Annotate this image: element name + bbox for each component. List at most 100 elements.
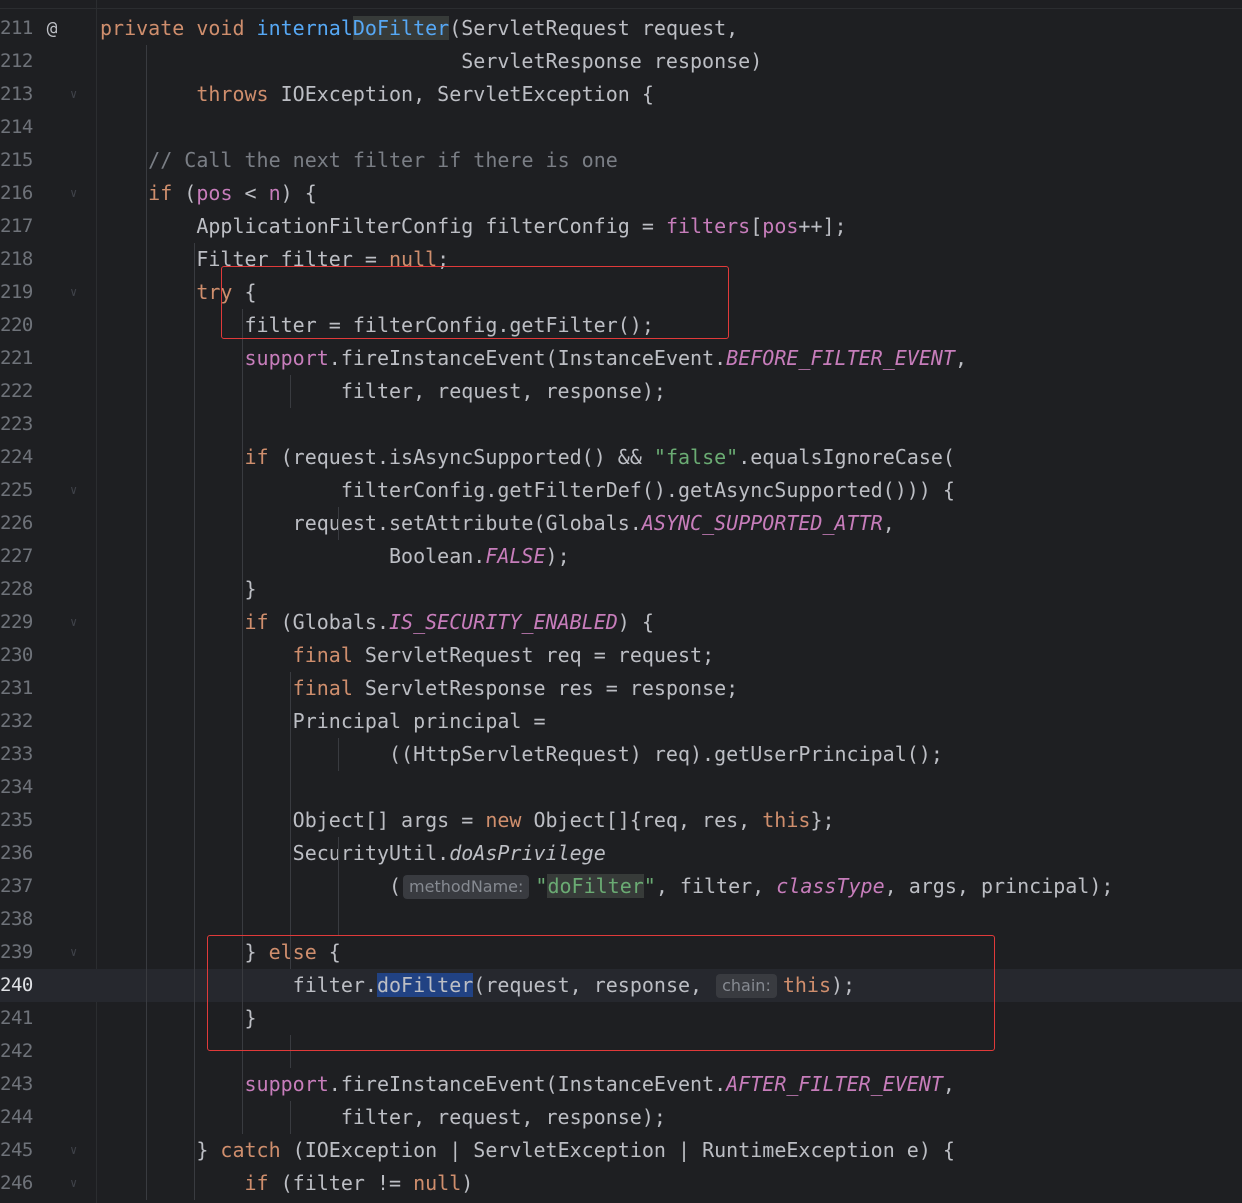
- fold-chevron-icon[interactable]: ∨: [70, 474, 77, 507]
- code-line[interactable]: 234: [0, 771, 1242, 804]
- code-line[interactable]: 238: [0, 903, 1242, 936]
- line-number[interactable]: 217: [0, 210, 40, 243]
- code-line[interactable]: 212 ServletResponse response): [0, 45, 1242, 78]
- code-line[interactable]: 243 support.fireInstanceEvent(InstanceEv…: [0, 1068, 1242, 1101]
- line-number[interactable]: 229: [0, 606, 40, 639]
- code-line[interactable]: 227 Boolean.FALSE);: [0, 540, 1242, 573]
- line-code[interactable]: // Call the next filter if there is one: [100, 144, 618, 177]
- line-number[interactable]: 226: [0, 507, 40, 540]
- line-code[interactable]: } catch (IOException | ServletException …: [100, 1134, 955, 1167]
- line-code[interactable]: if (request.isAsyncSupported() && "false…: [100, 441, 955, 474]
- line-code[interactable]: if (pos < n) {: [100, 177, 317, 210]
- fold-chevron-icon[interactable]: ∨: [70, 1167, 77, 1200]
- code-line[interactable]: 211 @ private void internalDoFilter(Servle…: [0, 12, 1242, 45]
- line-code[interactable]: throws IOException, ServletException {: [100, 78, 654, 111]
- line-number[interactable]: 245: [0, 1134, 40, 1167]
- line-code[interactable]: }: [100, 573, 256, 606]
- line-number[interactable]: 224: [0, 441, 40, 474]
- code-line[interactable]: 214: [0, 111, 1242, 144]
- line-code[interactable]: filter, request, response);: [100, 375, 666, 408]
- line-number[interactable]: 211: [0, 12, 40, 45]
- code-line[interactable]: 245 ∨ } catch (IOException | ServletExcep…: [0, 1134, 1242, 1167]
- line-code[interactable]: if (Globals.IS_SECURITY_ENABLED) {: [100, 606, 654, 639]
- fold-chevron-icon[interactable]: ∨: [70, 78, 77, 111]
- line-number[interactable]: 243: [0, 1068, 40, 1101]
- code-line[interactable]: 244 filter, request, response);: [0, 1101, 1242, 1134]
- code-line[interactable]: 224 if (request.isAsyncSupported() && "f…: [0, 441, 1242, 474]
- line-number[interactable]: 233: [0, 738, 40, 771]
- line-number[interactable]: 236: [0, 837, 40, 870]
- line-number[interactable]: 223: [0, 408, 40, 441]
- code-line[interactable]: 216 ∨ if (pos < n) {: [0, 177, 1242, 210]
- line-number[interactable]: 230: [0, 639, 40, 672]
- line-number[interactable]: 213: [0, 78, 40, 111]
- code-line[interactable]: 231 final ServletResponse res = response…: [0, 672, 1242, 705]
- line-number[interactable]: 227: [0, 540, 40, 573]
- line-number[interactable]: 214: [0, 111, 40, 144]
- line-code[interactable]: filter, request, response);: [100, 1101, 666, 1134]
- line-number[interactable]: 241: [0, 1002, 40, 1035]
- line-number[interactable]: 235: [0, 804, 40, 837]
- line-number[interactable]: 239: [0, 936, 40, 969]
- fold-chevron-icon[interactable]: ∨: [70, 606, 77, 639]
- line-number[interactable]: 240: [0, 969, 40, 1002]
- line-code[interactable]: if (filter != null): [100, 1167, 474, 1200]
- override-marker-icon[interactable]: @: [41, 18, 63, 40]
- fold-chevron-icon[interactable]: ∨: [70, 936, 77, 969]
- line-code[interactable]: Principal principal =: [100, 705, 546, 738]
- code-line[interactable]: 230 final ServletRequest req = request;: [0, 639, 1242, 672]
- line-code[interactable]: Boolean.FALSE);: [100, 540, 570, 573]
- line-number[interactable]: 246: [0, 1167, 40, 1200]
- code-line[interactable]: 233 ((HttpServletRequest) req).getUserPr…: [0, 738, 1242, 771]
- fold-chevron-icon[interactable]: ∨: [70, 276, 77, 309]
- line-number[interactable]: 215: [0, 144, 40, 177]
- code-line[interactable]: 222 filter, request, response);: [0, 375, 1242, 408]
- line-code[interactable]: support.fireInstanceEvent(InstanceEvent.…: [100, 1068, 955, 1101]
- code-line[interactable]: 225 ∨ filterConfig.getFilterDef().getAsyn…: [0, 474, 1242, 507]
- line-code[interactable]: private void internalDoFilter(ServletReq…: [100, 12, 738, 45]
- line-number[interactable]: 219: [0, 276, 40, 309]
- line-code[interactable]: ((HttpServletRequest) req).getUserPrinci…: [100, 738, 943, 771]
- line-number[interactable]: 212: [0, 45, 40, 78]
- code-line[interactable]: 246 ∨ if (filter != null): [0, 1167, 1242, 1200]
- line-number[interactable]: 244: [0, 1101, 40, 1134]
- code-line[interactable]: 237 (methodName: "doFilter", filter, clas…: [0, 870, 1242, 903]
- line-number[interactable]: 237: [0, 870, 40, 903]
- code-line[interactable]: 221 support.fireInstanceEvent(InstanceEv…: [0, 342, 1242, 375]
- line-code[interactable]: support.fireInstanceEvent(InstanceEvent.…: [100, 342, 967, 375]
- code-editor[interactable]: 211 @ private void internalDoFilter(Servle…: [0, 0, 1242, 1203]
- code-line[interactable]: 232 Principal principal =: [0, 705, 1242, 738]
- line-code[interactable]: request.setAttribute(Globals.ASYNC_SUPPO…: [100, 507, 895, 540]
- code-line[interactable]: 228 }: [0, 573, 1242, 606]
- code-line[interactable]: 229 ∨ if (Globals.IS_SECURITY_ENABLED) {: [0, 606, 1242, 639]
- line-code[interactable]: (methodName: "doFilter", filter, classTyp…: [100, 870, 1113, 903]
- line-code[interactable]: final ServletRequest req = request;: [100, 639, 714, 672]
- line-code[interactable]: final ServletResponse res = response;: [100, 672, 739, 705]
- code-line[interactable]: 213 ∨ throws IOException, ServletExceptio…: [0, 78, 1242, 111]
- line-number[interactable]: 238: [0, 903, 40, 936]
- line-number[interactable]: 225: [0, 474, 40, 507]
- fold-chevron-icon[interactable]: ∨: [70, 1134, 77, 1167]
- line-number[interactable]: 221: [0, 342, 40, 375]
- line-code[interactable]: filterConfig.getFilterDef().getAsyncSupp…: [100, 474, 955, 507]
- code-line[interactable]: 215 // Call the next filter if there is …: [0, 144, 1242, 177]
- code-line[interactable]: 223: [0, 408, 1242, 441]
- code-line[interactable]: 217 ApplicationFilterConfig filterConfig…: [0, 210, 1242, 243]
- line-number[interactable]: 231: [0, 672, 40, 705]
- line-number[interactable]: 228: [0, 573, 40, 606]
- code-line[interactable]: 235 Object[] args = new Object[]{req, re…: [0, 804, 1242, 837]
- line-number[interactable]: 216: [0, 177, 40, 210]
- line-code[interactable]: ServletResponse response): [100, 45, 762, 78]
- line-code[interactable]: Object[] args = new Object[]{req, res, t…: [100, 804, 835, 837]
- line-number[interactable]: 218: [0, 243, 40, 276]
- line-number[interactable]: 220: [0, 309, 40, 342]
- code-line[interactable]: 236 SecurityUtil.doAsPrivilege: [0, 837, 1242, 870]
- code-line[interactable]: 226 request.setAttribute(Globals.ASYNC_S…: [0, 507, 1242, 540]
- line-code[interactable]: ApplicationFilterConfig filterConfig = f…: [100, 210, 846, 243]
- line-number[interactable]: 222: [0, 375, 40, 408]
- line-code[interactable]: SecurityUtil.doAsPrivilege: [100, 837, 606, 870]
- fold-chevron-icon[interactable]: ∨: [70, 177, 77, 210]
- line-number[interactable]: 234: [0, 771, 40, 804]
- line-number[interactable]: 232: [0, 705, 40, 738]
- line-number[interactable]: 242: [0, 1035, 40, 1068]
